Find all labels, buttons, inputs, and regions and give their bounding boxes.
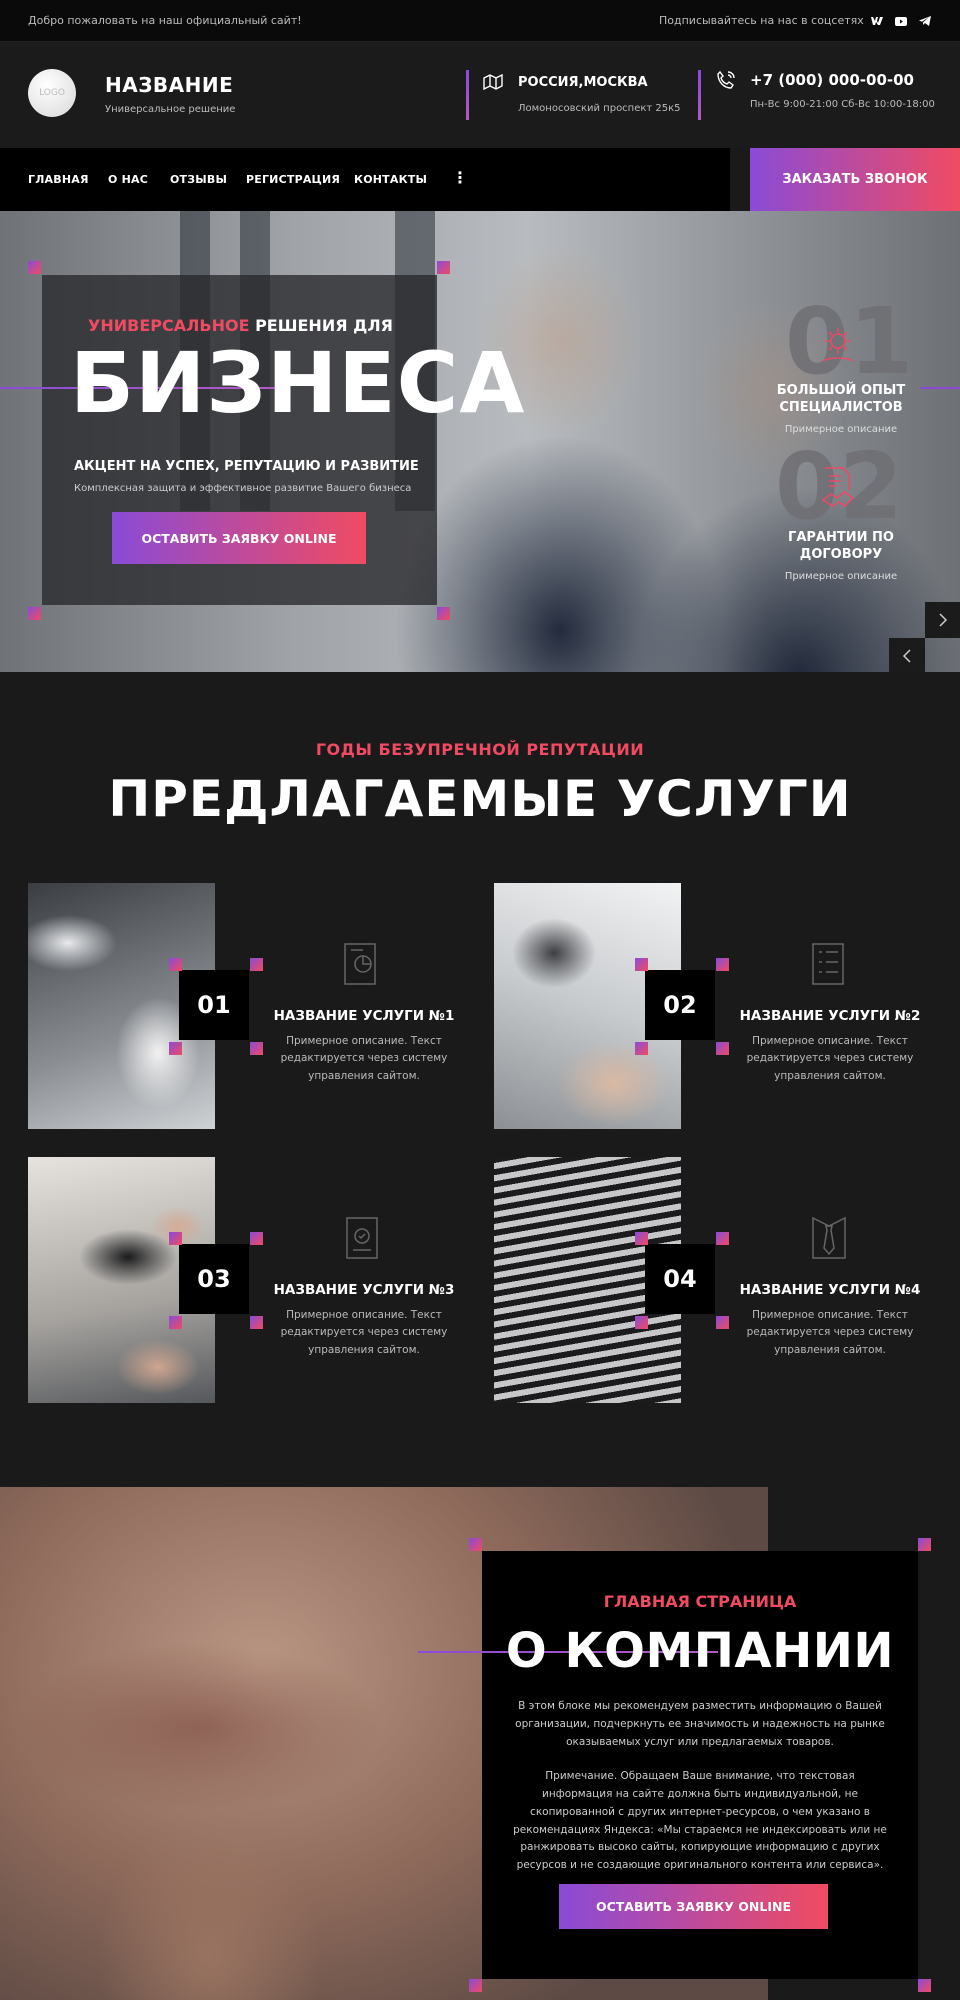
hero-request-button[interactable]: ОСТАВИТЬ ЗАЯВКУ ONLINE	[112, 512, 366, 564]
nav-item-registration[interactable]: РЕГИСТРАЦИЯ	[246, 173, 340, 186]
youtube-icon[interactable]	[893, 13, 909, 29]
contract-handshake-icon	[815, 464, 861, 510]
working-hours: Пн-Вс 9:00-21:00 Сб-Вс 10:00-18:00	[750, 99, 935, 110]
tie-icon	[805, 1214, 853, 1262]
phone-icon	[716, 70, 736, 94]
service-number: 01	[179, 970, 249, 1040]
address-title: РОССИЯ,МОСКВА	[518, 75, 648, 90]
decor-square	[635, 958, 648, 971]
slider-next-button[interactable]	[925, 602, 960, 638]
header: LOGO НАЗВАНИЕ Универсальное решение РОСС…	[0, 42, 960, 148]
hero-description: Комплексная защита и эффективное развити…	[74, 483, 412, 494]
decor-square	[437, 261, 450, 274]
top-bar: Добро пожаловать на наш официальный сайт…	[0, 0, 960, 42]
chevron-left-icon	[902, 649, 911, 663]
about-note: Примечание. Обращаем Ваше внимание, что …	[513, 1770, 887, 1872]
decor-square	[635, 1042, 648, 1055]
about-request-button[interactable]: ОСТАВИТЬ ЗАЯВКУ ONLINE	[559, 1884, 828, 1929]
about-kicker: ГЛАВНАЯ СТРАНИЦА	[603, 1592, 797, 1611]
address-text: Ломоносовский проспект 25к5	[518, 103, 681, 114]
subscribe-text: Подписывайтесь на нас в соцсетях	[659, 14, 864, 27]
services-kicker: ГОДЫ БЕЗУПРЕЧНОЙ РЕПУТАЦИИ	[315, 740, 645, 759]
nav-item-contacts[interactable]: КОНТАКТЫ	[354, 173, 427, 186]
hero-accent-line	[920, 387, 960, 389]
decor-square	[469, 1538, 482, 1551]
site-name: НАЗВАНИЕ	[105, 73, 234, 97]
checklist-icon	[805, 940, 853, 988]
service-name[interactable]: НАЗВАНИЕ УСЛУГИ №2	[737, 1008, 923, 1024]
service-description: Примерное описание. Текст редактируется …	[746, 1309, 914, 1356]
service-name[interactable]: НАЗВАНИЕ УСЛУГИ №3	[271, 1282, 457, 1298]
chevron-right-icon	[939, 613, 948, 627]
service-number: 04	[645, 1244, 715, 1314]
map-icon	[482, 72, 504, 96]
hero-slider: УНИВЕРСАЛЬНОЕ РЕШЕНИЯ ДЛЯ БИЗНЕСА АКЦЕНТ…	[0, 211, 960, 672]
decor-square	[635, 1316, 648, 1329]
decor-square	[169, 1042, 182, 1055]
phone-divider	[698, 70, 701, 120]
decor-square	[169, 1232, 182, 1245]
telegram-icon[interactable]	[917, 13, 933, 29]
gear-icon	[815, 321, 861, 367]
feature-title: БОЛЬШОЙ ОПЫТ СПЕЦИАЛИСТОВ	[776, 383, 906, 415]
decor-square	[918, 1538, 931, 1551]
report-chart-icon	[339, 940, 387, 988]
service-description: Примерное описание. Текст редактируется …	[280, 1035, 448, 1082]
hero-title: БИЗНЕСА	[70, 334, 526, 432]
hero-subtitle-accent: УНИВЕРСАЛЬНОЕ	[88, 316, 250, 335]
hero-subtitle: УНИВЕРСАЛЬНОЕ РЕШЕНИЯ ДЛЯ	[88, 316, 393, 335]
hero-subtitle-rest: РЕШЕНИЯ ДЛЯ	[249, 316, 393, 335]
main-nav: ГЛАВНАЯ О НАС ОТЗЫВЫ РЕГИСТРАЦИЯ КОНТАКТ…	[0, 148, 730, 211]
phone-number[interactable]: +7 (000) 000-00-00	[750, 71, 914, 89]
site-tagline: Универсальное решение	[105, 104, 236, 115]
nav-more-icon[interactable]: ⋮	[452, 168, 468, 187]
hero-headline: АКЦЕНТ НА УСПЕХ, РЕПУТАЦИЮ И РАЗВИТИЕ	[74, 459, 419, 474]
decor-square	[169, 958, 182, 971]
decor-square	[716, 1232, 729, 1245]
feature-description: Примерное описание	[784, 571, 898, 582]
service-name[interactable]: НАЗВАНИЕ УСЛУГИ №1	[271, 1008, 457, 1024]
decor-square	[250, 1042, 263, 1055]
service-name[interactable]: НАЗВАНИЕ УСЛУГИ №4	[737, 1282, 923, 1298]
decor-square	[250, 1232, 263, 1245]
logo[interactable]: LOGO	[28, 69, 76, 117]
decor-square	[635, 1232, 648, 1245]
about-paragraph: В этом блоке мы рекомендуем разместить и…	[515, 1700, 885, 1748]
decor-square	[716, 1042, 729, 1055]
decor-square	[437, 607, 450, 620]
service-description: Примерное описание. Текст редактируется …	[280, 1309, 448, 1356]
slider-prev-button[interactable]	[889, 638, 925, 672]
decor-square	[250, 1316, 263, 1329]
address-divider	[466, 70, 469, 120]
welcome-text: Добро пожаловать на наш официальный сайт…	[28, 14, 302, 27]
service-description: Примерное описание. Текст редактируется …	[746, 1035, 914, 1082]
decor-square	[169, 1316, 182, 1329]
feature-title: ГАРАНТИИ ПО ДОГОВОРУ	[788, 530, 894, 562]
decor-square	[250, 958, 263, 971]
nav-item-home[interactable]: ГЛАВНАЯ	[28, 173, 89, 186]
nav-item-reviews[interactable]: ОТЗЫВЫ	[170, 173, 227, 186]
decor-square	[28, 261, 41, 274]
decor-square	[716, 1316, 729, 1329]
service-number: 03	[179, 1244, 249, 1314]
services-title: ПРЕДЛАГАЕМЫЕ УСЛУГИ	[108, 770, 852, 828]
nav-item-about[interactable]: О НАС	[108, 173, 148, 186]
vk-icon[interactable]	[869, 13, 885, 29]
decor-square	[469, 1979, 482, 1992]
service-number: 02	[645, 970, 715, 1040]
decor-square	[918, 1979, 931, 1992]
logo-text: LOGO	[39, 88, 65, 98]
decor-square	[28, 607, 41, 620]
certificate-icon	[339, 1214, 387, 1262]
order-call-button[interactable]: ЗАКАЗАТЬ ЗВОНОК	[750, 148, 960, 211]
about-title: О КОМПАНИИ	[505, 1623, 895, 1679]
decor-square	[716, 958, 729, 971]
